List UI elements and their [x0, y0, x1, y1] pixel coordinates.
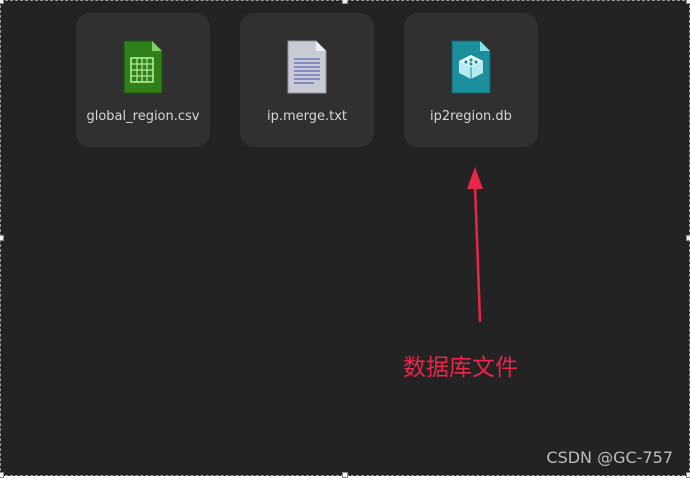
selection-handle — [342, 472, 348, 478]
text-document-icon — [284, 39, 330, 95]
csv-spreadsheet-icon — [120, 39, 166, 95]
database-file-icon — [448, 39, 494, 95]
file-name-label: ip.merge.txt — [240, 109, 374, 125]
selection-handle — [686, 0, 690, 4]
selection-handle — [686, 472, 690, 478]
selection-handle — [0, 472, 4, 478]
selection-handle — [0, 0, 4, 4]
file-tile-ip2region-db[interactable]: ip2region.db — [404, 13, 538, 147]
selection-handle — [342, 0, 348, 4]
file-tile-global-region-csv[interactable]: global_region.csv — [76, 13, 210, 147]
file-tile-ip-merge-txt[interactable]: ip.merge.txt — [240, 13, 374, 147]
annotation-label: 数据库文件 — [403, 351, 518, 385]
selection-handle — [0, 235, 4, 241]
file-name-label: global_region.csv — [76, 109, 210, 125]
file-browser-panel: global_region.csv ip.merge.txt — [0, 0, 690, 476]
watermark: CSDN @GC-757 — [546, 447, 673, 469]
file-name-label: ip2region.db — [404, 109, 538, 125]
selection-handle — [686, 235, 690, 241]
